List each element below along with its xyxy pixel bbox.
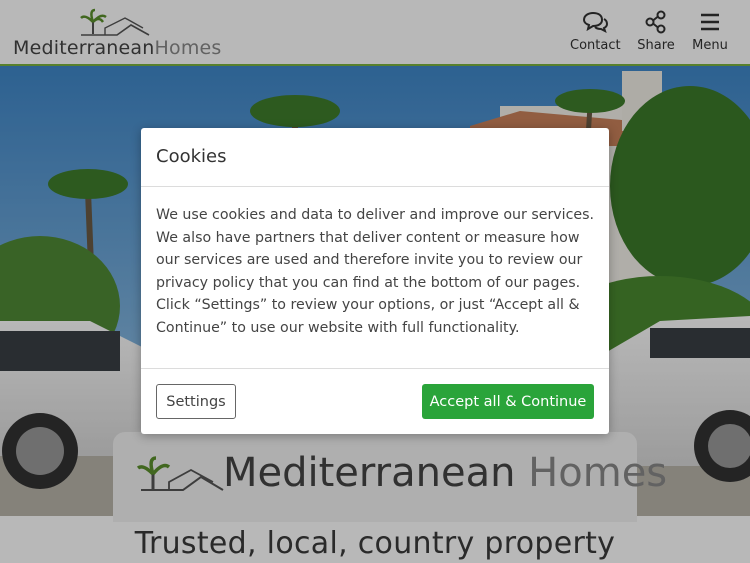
cookie-consent-dialog: Cookies We use cookies and data to deliv…	[141, 128, 609, 434]
cookie-dialog-body: We use cookies and data to deliver and i…	[156, 207, 595, 336]
cookie-dialog-title: Cookies	[156, 146, 227, 167]
accept-all-button[interactable]: Accept all & Continue	[422, 384, 594, 419]
dialog-divider	[141, 186, 609, 187]
settings-button[interactable]: Settings	[156, 384, 236, 419]
dialog-divider	[141, 368, 609, 369]
